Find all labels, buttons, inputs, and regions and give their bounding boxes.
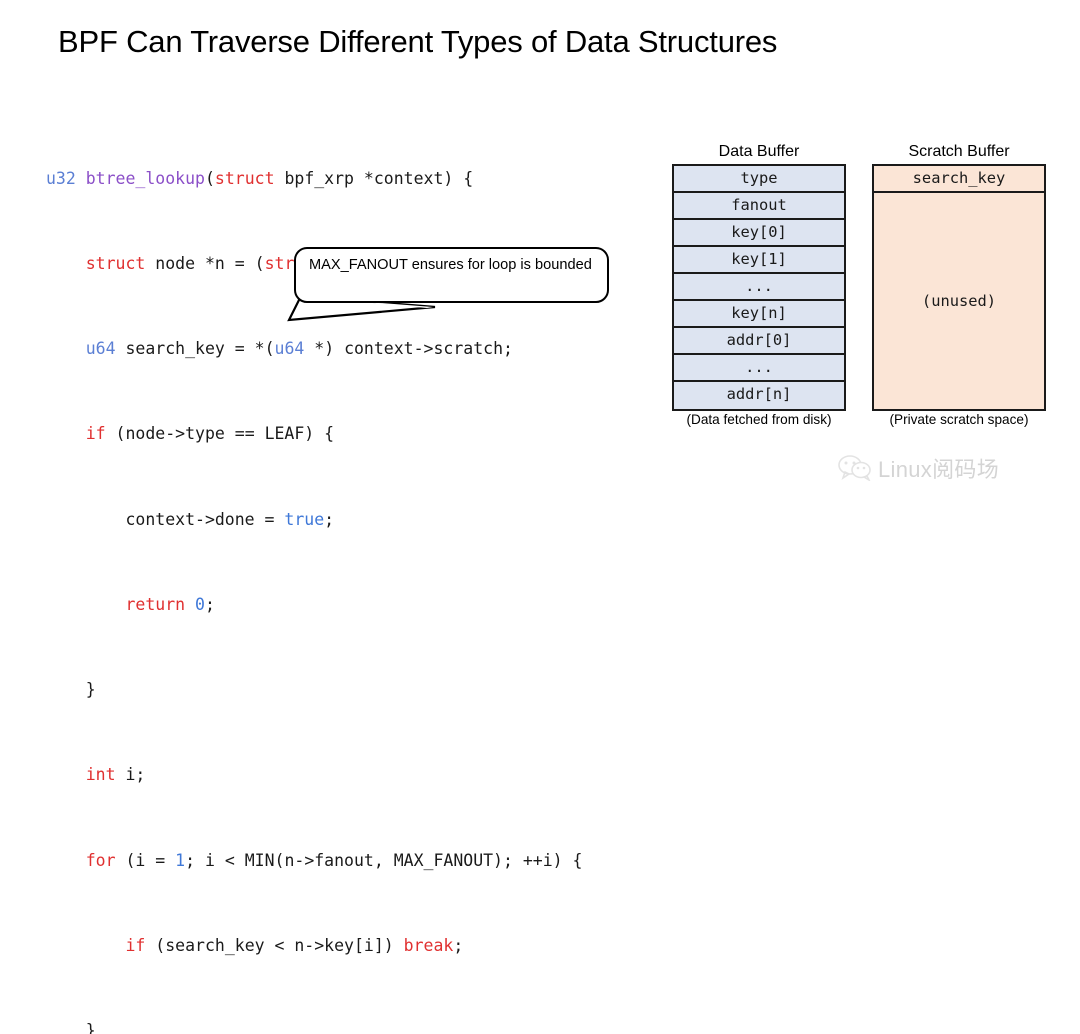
buffer-row: ... (674, 355, 844, 382)
scratch-buffer-label: Scratch Buffer (908, 143, 1010, 160)
data-buffer-table: type fanout key[0] key[1] ... key[n] add… (672, 164, 846, 411)
code-token-keyword: struct (214, 168, 275, 188)
scratch-buffer-group: Scratch Buffer search_key (unused) (Priv… (872, 143, 1046, 427)
wechat-icon (838, 455, 871, 481)
scratch-buffer-caption: (Private scratch space) (889, 412, 1029, 427)
buffer-row: key[n] (674, 301, 844, 328)
code-line: } (46, 1021, 96, 1034)
code-token-type: u32 (46, 168, 76, 188)
code-line: if (search_key < n->key[i]) break; (125, 935, 464, 955)
watermark: Linux阅码场 (838, 452, 999, 484)
slide-canvas: BPF Can Traverse Different Types of Data… (0, 0, 1080, 1034)
data-buffer-label: Data Buffer (718, 143, 800, 160)
scratch-buffer-table: search_key (unused) (872, 164, 1046, 411)
code-token-constant: true (284, 509, 325, 529)
code-line: if (node->type == LEAF) { (85, 424, 335, 444)
buffer-row: key[1] (674, 247, 844, 274)
buffer-row: addr[n] (726, 385, 792, 403)
code-line: context->done = true; (46, 509, 335, 529)
code-token-function: btree_lookup (85, 168, 205, 188)
callout-bubble: MAX_FANOUT ensures for loop is bounded (294, 247, 609, 303)
code-line: int i; (85, 765, 146, 785)
buffer-row: (unused) (921, 292, 997, 310)
callout-text: MAX_FANOUT ensures for loop is bounded (309, 257, 592, 273)
buffer-row: search_key (874, 166, 1044, 193)
watermark-text: Linux阅码场 (878, 457, 999, 482)
code-line: return 0; (125, 594, 215, 614)
buffer-row: ... (674, 274, 844, 301)
code-line: u64 search_key = *(u64 *) context->scrat… (85, 339, 513, 359)
page-title: BPF Can Traverse Different Types of Data… (58, 24, 778, 59)
buffer-row: fanout (674, 193, 844, 220)
buffer-row: addr[0] (674, 328, 844, 355)
buffer-row: key[0] (674, 220, 844, 247)
data-buffer-group: Data Buffer type fanout key[0] key[1] ..… (672, 143, 846, 427)
code-line: u32 btree_lookup(struct bpf_xrp *context… (46, 168, 474, 188)
data-buffer-caption: (Data fetched from disk) (686, 412, 832, 427)
buffer-row: type (674, 166, 844, 193)
code-line: } (46, 680, 96, 700)
code-line: for (i = 1; i < MIN(n->fanout, MAX_FANOU… (85, 850, 583, 870)
